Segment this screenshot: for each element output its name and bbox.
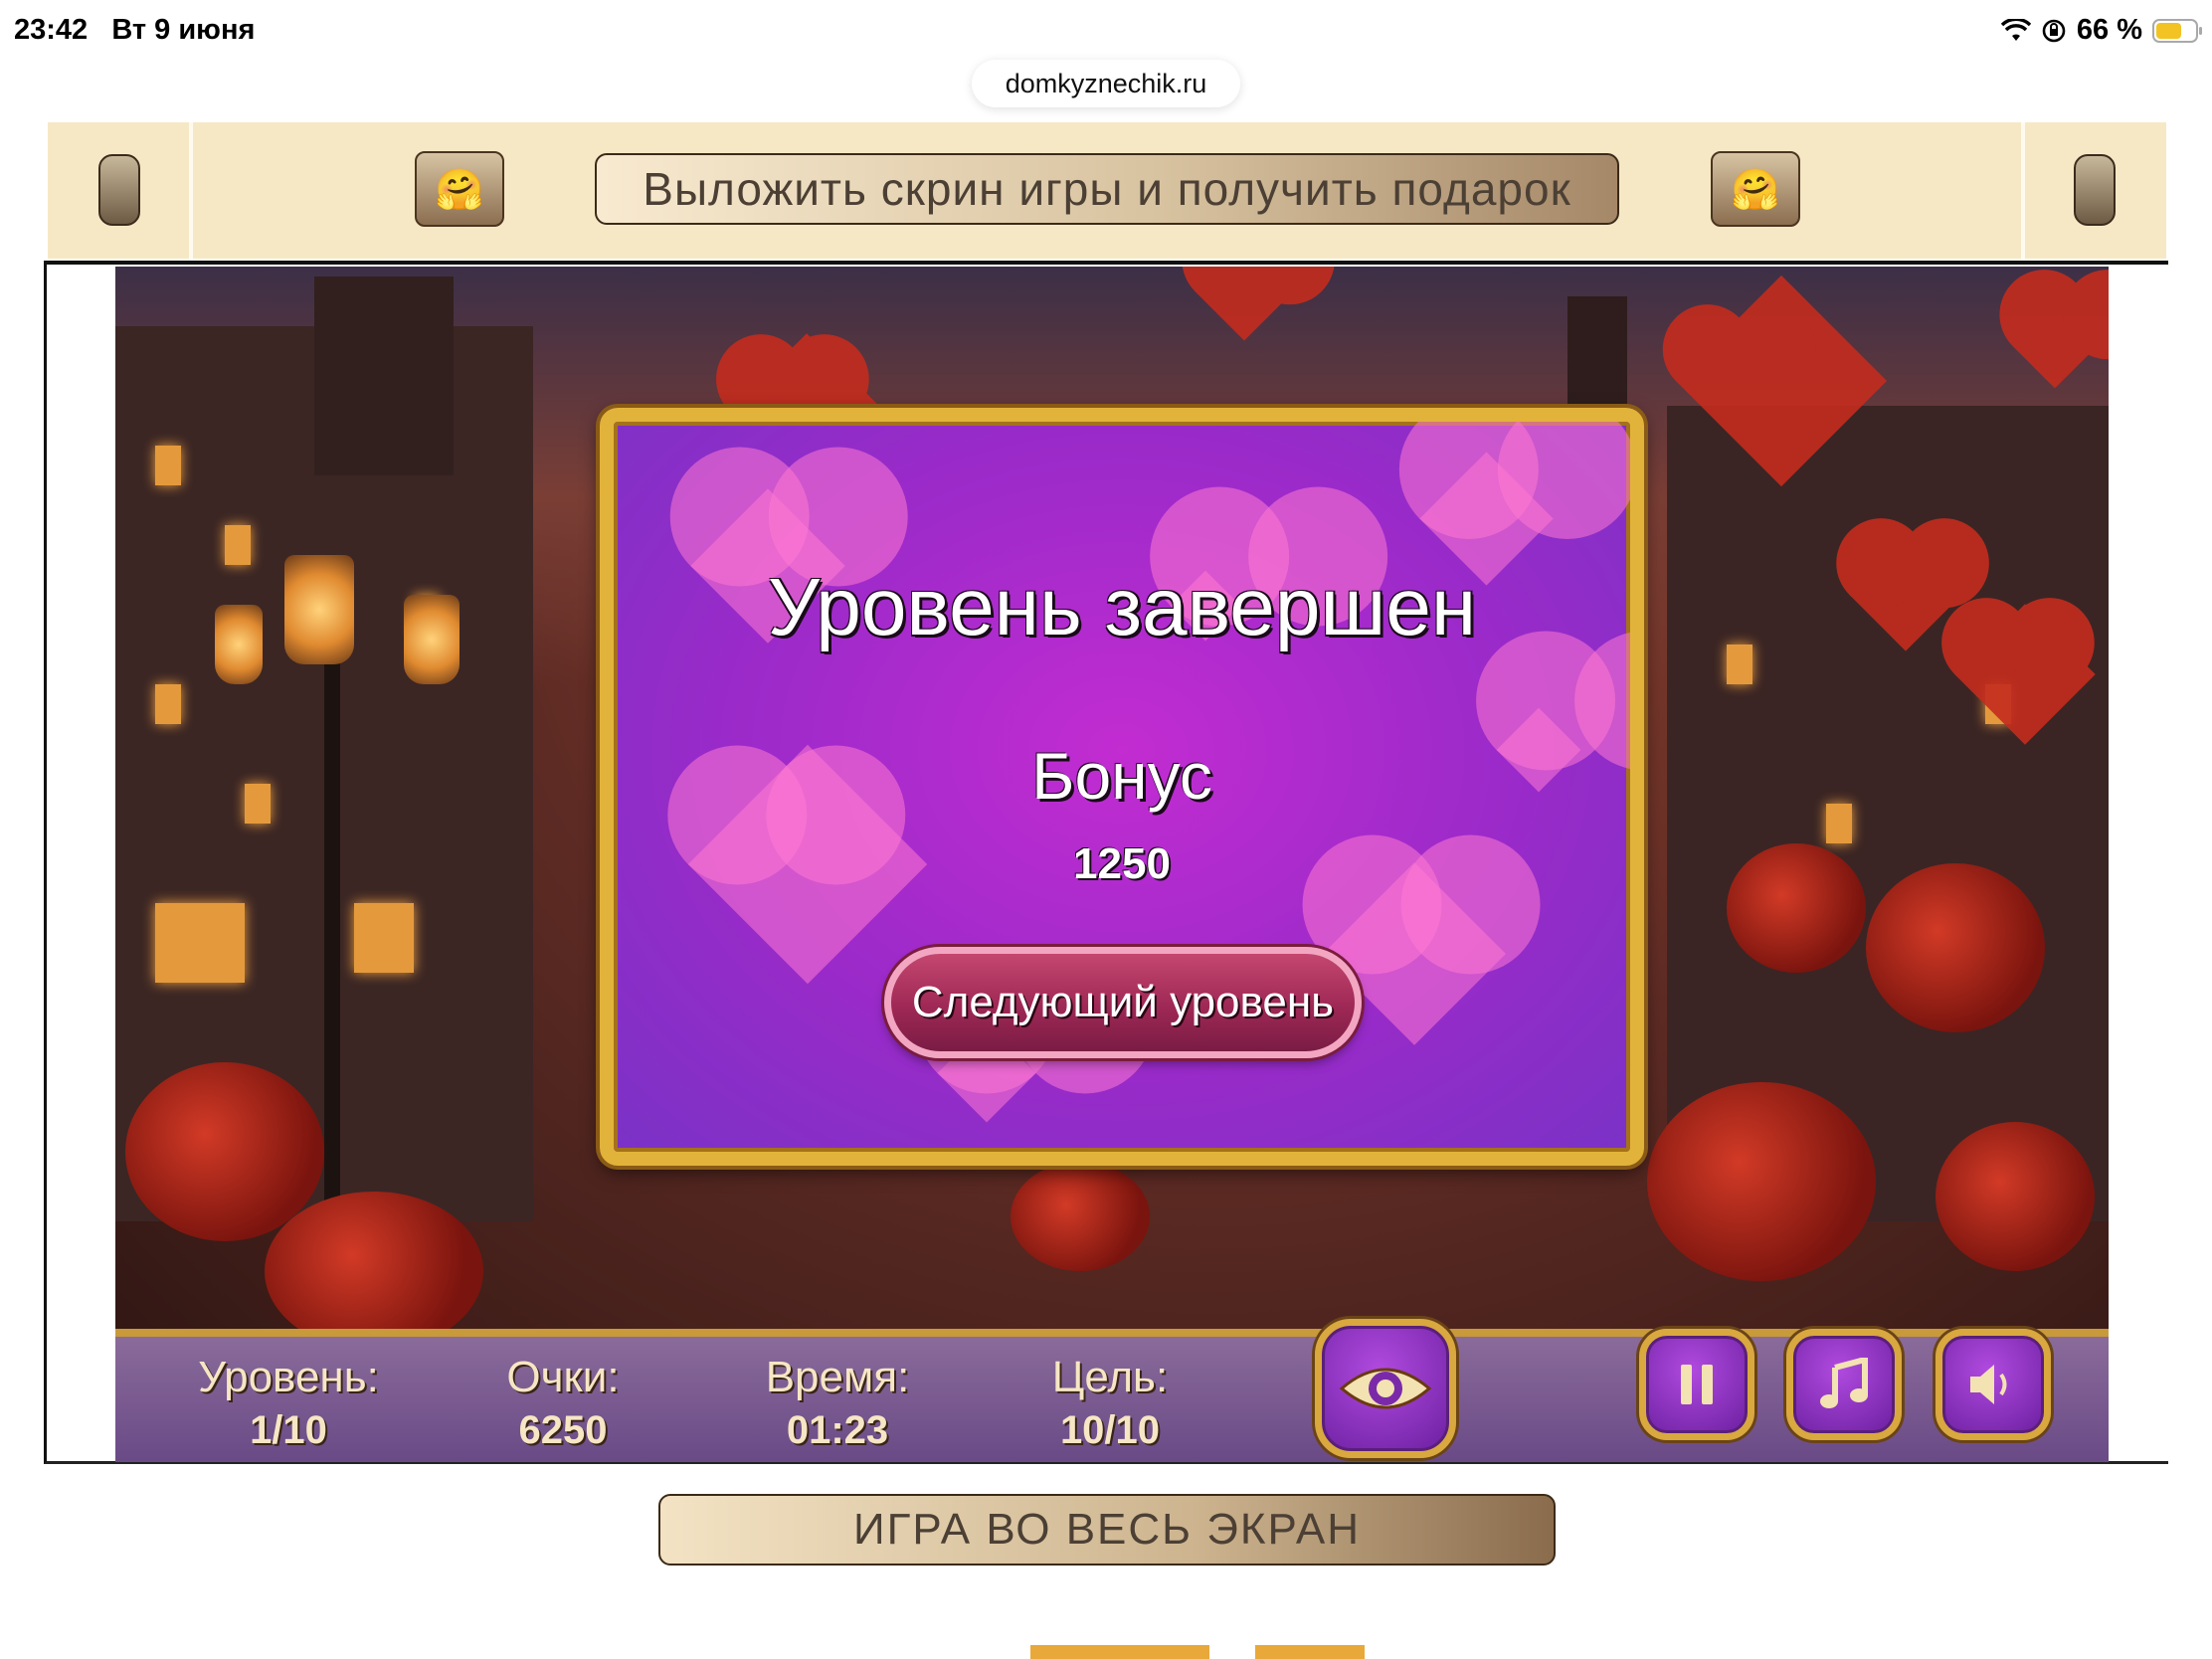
hud-time: Время: 01:23: [728, 1353, 947, 1453]
hud-score-label: Очки:: [506, 1353, 620, 1401]
scene-rose: [265, 1192, 483, 1351]
hug-emoji-icon[interactable]: 🤗: [415, 151, 504, 227]
scene-lamp: [284, 555, 354, 664]
banner-right-capsule: [2074, 154, 2116, 226]
dialog-title: Уровень завершен: [767, 562, 1477, 652]
scene-window: [354, 903, 414, 973]
bonus-value: 1250: [1073, 839, 1171, 888]
gift-button-label: Выложить скрин игры и получить подарок: [643, 163, 1571, 215]
hud-goal-value: 10/10: [1059, 1408, 1161, 1452]
hud-level: Уровень: 1/10: [179, 1353, 398, 1453]
status-right: 66 %: [2000, 14, 2202, 47]
emoji-glyph: 🤗: [1731, 167, 1780, 212]
music-toggle-button[interactable]: [1786, 1329, 1902, 1440]
hud-level-label: Уровень:: [198, 1353, 379, 1401]
next-level-label: Следующий уровень: [911, 978, 1335, 1026]
hud-score-value: 6250: [518, 1408, 608, 1452]
hud-goal: Цель: 10/10: [1001, 1353, 1219, 1453]
hug-emoji-icon[interactable]: 🤗: [1711, 151, 1800, 227]
sound-icon: [1970, 1365, 2007, 1404]
page-below-peek: [1255, 1645, 1365, 1659]
scene-rose: [1647, 1082, 1876, 1281]
scene-chimney: [314, 276, 454, 475]
sound-toggle-button[interactable]: [1936, 1329, 2051, 1440]
scene-lamp: [215, 605, 263, 684]
fullscreen-label: ИГРА ВО ВЕСЬ ЭКРАН: [852, 1505, 1362, 1554]
emoji-glyph: 🤗: [435, 167, 484, 212]
music-icon: [1820, 1358, 1868, 1408]
hud-time-label: Время:: [765, 1353, 910, 1401]
pause-button[interactable]: [1639, 1329, 1754, 1440]
share-screenshot-gift-button[interactable]: Выложить скрин игры и получить подарок: [595, 153, 1619, 225]
bonus-label: Бонус: [1031, 739, 1212, 813]
banner-divider: [189, 122, 193, 259]
scene-rose: [1936, 1122, 2095, 1271]
status-bar: 23:42 Вт 9 июня 66 %: [0, 0, 2212, 64]
orientation-lock-icon: [2042, 19, 2066, 42]
scene-rose: [125, 1062, 324, 1241]
scene-window: [1826, 804, 1852, 843]
eye-icon: [1339, 1368, 1432, 1409]
status-date: Вт 9 июня: [111, 14, 256, 46]
hint-eye-button[interactable]: [1315, 1319, 1456, 1458]
url-bar[interactable]: domkyznechik.ru: [972, 60, 1240, 107]
level-complete-dialog: Уровень завершен Бонус 1250 Следующий ур…: [600, 408, 1644, 1166]
banner-divider: [2021, 122, 2025, 259]
scene-rose: [1727, 843, 1866, 973]
hud-level-value: 1/10: [250, 1408, 327, 1452]
next-level-button[interactable]: Следующий уровень: [884, 947, 1362, 1058]
scene-window: [155, 446, 181, 485]
scene-window: [225, 525, 251, 565]
battery-icon: [2152, 18, 2202, 43]
status-time-date: 23:42 Вт 9 июня: [14, 14, 255, 47]
scene-rose: [1011, 1162, 1150, 1271]
url-text: domkyznechik.ru: [1005, 68, 1207, 98]
fullscreen-game-button[interactable]: ИГРА ВО ВЕСЬ ЭКРАН: [658, 1494, 1556, 1566]
banner-left-capsule: [98, 154, 140, 226]
scene-window: [155, 684, 181, 724]
hud-goal-label: Цель:: [1051, 1353, 1169, 1401]
scene-lamp: [404, 595, 460, 684]
pause-icon: [1681, 1365, 1713, 1404]
scene-window: [245, 784, 271, 824]
hud-time-value: 01:23: [786, 1408, 889, 1452]
scene-lamp-post: [324, 645, 340, 1241]
scene-window: [155, 903, 245, 983]
status-time: 23:42: [14, 14, 89, 46]
scene-rose: [1866, 863, 2045, 1032]
hud-score: Очки: 6250: [454, 1353, 672, 1453]
scene-window: [1727, 645, 1752, 684]
wifi-icon: [2000, 18, 2031, 41]
page-below-peek: [1030, 1645, 1209, 1659]
battery-percent: 66 %: [2076, 14, 2142, 46]
